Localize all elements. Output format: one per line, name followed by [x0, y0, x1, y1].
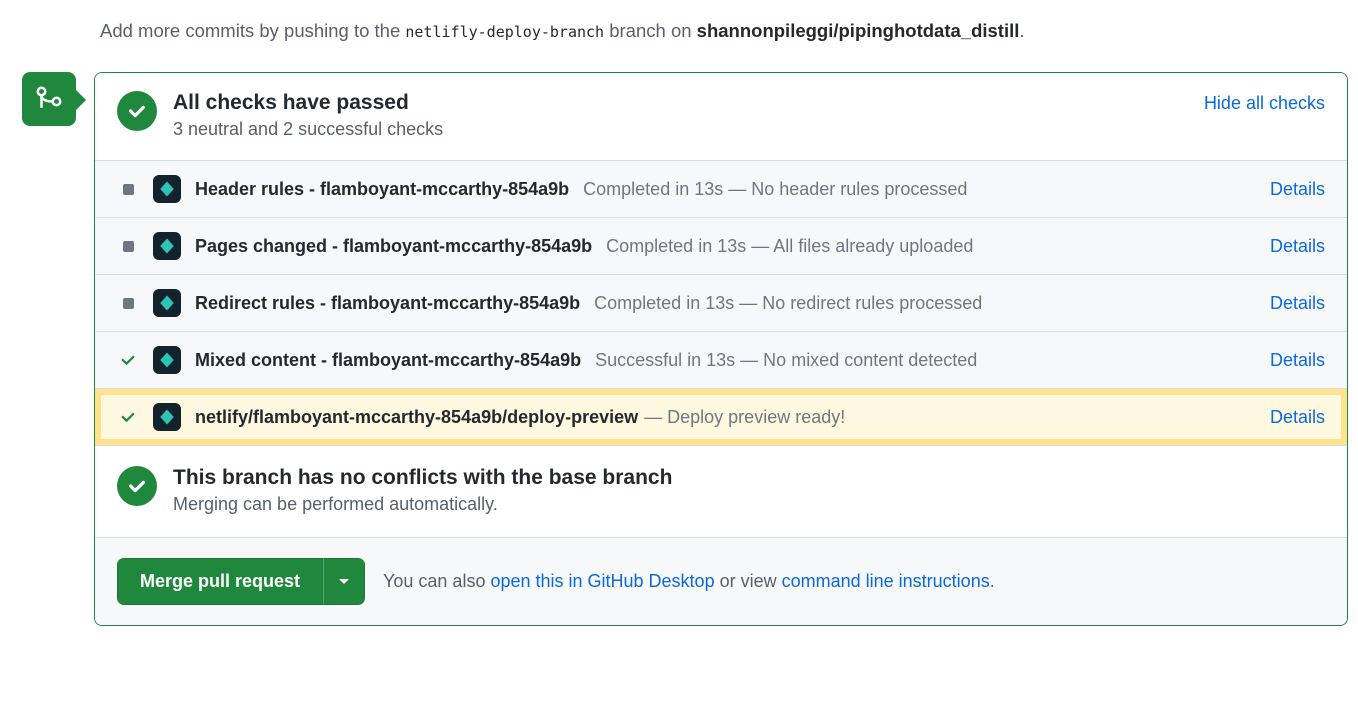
checks-subtitle: 3 neutral and 2 successful checks — [173, 119, 1188, 140]
hint-suffix: . — [1019, 20, 1024, 41]
netlify-app-icon — [153, 175, 181, 203]
status-success-icon — [117, 351, 139, 369]
push-hint: Add more commits by pushing to the netli… — [100, 20, 1348, 42]
status-neutral-icon — [117, 298, 139, 309]
checks-title: All checks have passed — [173, 91, 1188, 115]
check-description: Completed in 13s — No header rules proce… — [583, 179, 967, 200]
conflicts-subtitle: Merging can be performed automatically. — [173, 494, 1325, 515]
merge-panel: All checks have passed 3 neutral and 2 s… — [94, 72, 1348, 626]
check-name: Header rules - flamboyant-mccarthy-854a9… — [195, 179, 569, 200]
netlify-app-icon — [153, 403, 181, 431]
chevron-down-icon — [338, 578, 350, 586]
check-row: Header rules - flamboyant-mccarthy-854a9… — [95, 161, 1347, 217]
conflicts-section: This branch has no conflicts with the ba… — [95, 445, 1347, 537]
hide-checks-link[interactable]: Hide all checks — [1204, 93, 1325, 114]
check-text: Redirect rules - flamboyant-mccarthy-854… — [195, 293, 1256, 314]
status-success-icon — [117, 408, 139, 426]
hint-prefix: Add more commits by pushing to the — [100, 20, 405, 41]
check-text: Mixed content - flamboyant-mccarthy-854a… — [195, 350, 1256, 371]
check-details-link[interactable]: Details — [1270, 350, 1325, 371]
check-row: Pages changed - flamboyant-mccarthy-854a… — [95, 217, 1347, 274]
git-merge-icon — [34, 84, 64, 114]
check-name: Redirect rules - flamboyant-mccarthy-854… — [195, 293, 580, 314]
merge-section: Merge pull request You can also open thi… — [95, 537, 1347, 625]
check-row: Mixed content - flamboyant-mccarthy-854a… — [95, 331, 1347, 388]
status-neutral-icon — [117, 184, 139, 195]
check-description: Completed in 13s — No redirect rules pro… — [594, 293, 982, 314]
merge-options-dropdown[interactable] — [323, 558, 365, 605]
check-description: Successful in 13s — No mixed content det… — [595, 350, 977, 371]
check-details-link[interactable]: Details — [1270, 179, 1325, 200]
repo-name: shannonpileggi/pipinghotdata_distill — [697, 20, 1020, 41]
check-details-link[interactable]: Details — [1270, 236, 1325, 257]
check-row: netlify/flamboyant-mccarthy-854a9b/deplo… — [95, 388, 1347, 445]
check-name: Mixed content - flamboyant-mccarthy-854a… — [195, 350, 581, 371]
check-description: — Deploy preview ready! — [644, 407, 845, 428]
command-line-link[interactable]: command line instructions — [782, 571, 990, 591]
check-name: netlify/flamboyant-mccarthy-854a9b/deplo… — [195, 407, 638, 428]
check-name: Pages changed - flamboyant-mccarthy-854a… — [195, 236, 592, 257]
check-text: netlify/flamboyant-mccarthy-854a9b/deplo… — [195, 407, 1256, 428]
merge-button-group: Merge pull request — [117, 558, 365, 605]
checks-list: Header rules - flamboyant-mccarthy-854a9… — [95, 160, 1347, 445]
status-neutral-icon — [117, 241, 139, 252]
check-row: Redirect rules - flamboyant-mccarthy-854… — [95, 274, 1347, 331]
branch-code: netlifly-deploy-branch — [405, 23, 604, 41]
hint-middle: branch on — [604, 20, 697, 41]
check-text: Header rules - flamboyant-mccarthy-854a9… — [195, 179, 1256, 200]
merge-status-badge — [22, 72, 76, 126]
check-text: Pages changed - flamboyant-mccarthy-854a… — [195, 236, 1256, 257]
netlify-app-icon — [153, 289, 181, 317]
no-conflicts-icon — [117, 466, 157, 506]
merge-pull-request-button[interactable]: Merge pull request — [117, 558, 323, 605]
netlify-app-icon — [153, 232, 181, 260]
check-details-link[interactable]: Details — [1270, 293, 1325, 314]
netlify-app-icon — [153, 346, 181, 374]
open-github-desktop-link[interactable]: open this in GitHub Desktop — [490, 571, 714, 591]
check-details-link[interactable]: Details — [1270, 407, 1325, 428]
checks-header: All checks have passed 3 neutral and 2 s… — [95, 73, 1347, 160]
check-description: Completed in 13s — All files already upl… — [606, 236, 973, 257]
conflicts-title: This branch has no conflicts with the ba… — [173, 466, 1325, 490]
merge-aside-text: You can also open this in GitHub Desktop… — [383, 571, 995, 592]
checks-passed-icon — [117, 91, 157, 131]
